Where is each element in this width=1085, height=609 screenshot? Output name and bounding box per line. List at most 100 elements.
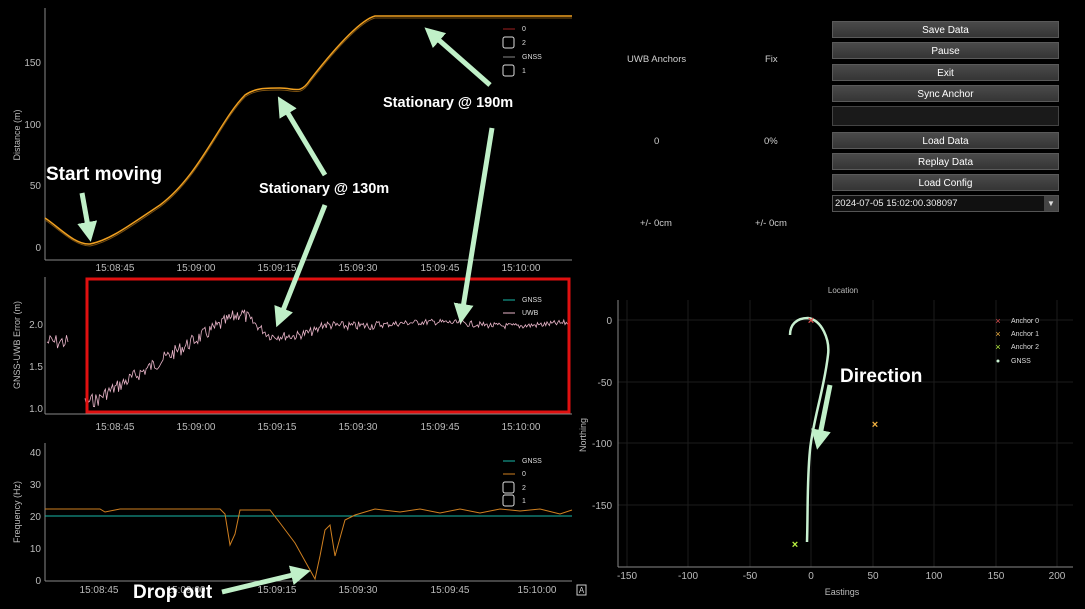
- anchor1-legend-icon: ×: [995, 329, 1000, 339]
- error-ylabel: GNSS-UWB Error (m): [12, 301, 22, 389]
- location-xticks: -150 -100 -50 0 50 100 150 200: [617, 571, 1066, 582]
- legend-label: Anchor 0: [1011, 318, 1039, 325]
- frequency-ylabel: Frequency (Hz): [12, 481, 22, 543]
- xtick: 15:08:45: [96, 422, 135, 432]
- gnss-legend-icon: [996, 359, 1000, 363]
- location-title: Location: [828, 286, 858, 295]
- distance-line: [44, 15, 572, 245]
- legend-label: GNSS: [522, 458, 542, 465]
- annotation-start-moving: Start moving: [46, 164, 163, 185]
- uwb-precision: +/- 0cm: [640, 218, 672, 229]
- error-legend: GNSS UWB: [503, 297, 542, 317]
- anchor2-legend-icon: ×: [995, 342, 1000, 352]
- anchor-input[interactable]: [832, 106, 1059, 126]
- legend-label: GNSS: [522, 54, 542, 61]
- annotation-stationary-190: Stationary @ 190m: [383, 95, 514, 111]
- xtick: 100: [926, 571, 943, 582]
- ytick: -150: [592, 501, 612, 512]
- ytick: 150: [24, 58, 41, 69]
- load-config-button[interactable]: Load Config: [832, 174, 1059, 191]
- anchor2-marker: ×: [792, 539, 798, 551]
- link-icon: [502, 494, 515, 507]
- frequency-legend: GNSS 0 2 1: [502, 458, 542, 507]
- xtick: 15:08:45: [96, 263, 135, 272]
- ytick: 100: [24, 120, 41, 131]
- ytick: 2.0: [29, 320, 43, 331]
- legend-label: 2: [522, 485, 526, 492]
- legend-label: 1: [522, 498, 526, 505]
- xtick: 15:09:45: [431, 585, 470, 596]
- legend-label: GNSS: [522, 297, 542, 304]
- location-ylabel: Northing: [578, 418, 588, 452]
- xtick: -50: [743, 571, 758, 582]
- xtick: 50: [867, 571, 879, 582]
- fix-label: Fix: [765, 54, 778, 65]
- pause-button[interactable]: Pause: [832, 42, 1059, 59]
- fix-value: 0%: [764, 136, 778, 147]
- ytick: 40: [30, 448, 42, 459]
- exit-button[interactable]: Exit: [832, 64, 1059, 81]
- anchor0-marker: ×: [808, 315, 814, 327]
- ytick: 0: [606, 316, 612, 327]
- annotation-direction: Direction: [840, 366, 923, 387]
- xtick: 15:09:15: [258, 422, 297, 432]
- xtick: 200: [1049, 571, 1066, 582]
- ytick: 10: [30, 544, 42, 555]
- xtick: 15:10:00: [502, 263, 541, 272]
- distance-legend: 0 2 GNSS 1: [502, 26, 542, 77]
- ytick: 30: [30, 480, 42, 491]
- xtick: 0: [808, 571, 814, 582]
- uwb-error-line: [46, 309, 571, 408]
- ytick: 0: [35, 243, 41, 254]
- frequency-yticks: 0 10 20 30 40: [30, 448, 42, 587]
- replay-data-button[interactable]: Replay Data: [832, 153, 1059, 170]
- xtick: 15:09:00: [177, 422, 216, 432]
- xtick: -100: [678, 571, 698, 582]
- anchor0-legend-icon: ×: [995, 316, 1000, 326]
- legend-label: Anchor 2: [1011, 344, 1039, 351]
- error-plot[interactable]: GNSS-UWB Error (m) 1.0 1.5 2.0 15:08:45 …: [0, 272, 575, 432]
- distance-ylabel: Distance (m): [12, 109, 22, 160]
- location-plot[interactable]: Location Northing Eastings 0 -50 -100 -1…: [578, 280, 1085, 609]
- distance-yticks: 0 50 100 150: [24, 58, 41, 254]
- sync-anchor-button[interactable]: Sync Anchor: [832, 85, 1059, 102]
- timestamp-select[interactable]: 2024-07-05 15:02:00.308097 ▼: [832, 195, 1059, 212]
- ytick: -50: [598, 378, 613, 389]
- xtick: 15:10:00: [518, 585, 557, 596]
- distance-xticks: 15:08:45 15:09:00 15:09:15 15:09:30 15:0…: [96, 263, 541, 272]
- frequency-line: [45, 508, 573, 581]
- save-data-button[interactable]: Save Data: [832, 21, 1059, 38]
- anchor1-marker: ×: [872, 419, 878, 431]
- chevron-down-icon[interactable]: ▼: [1044, 196, 1058, 211]
- frequency-plot[interactable]: Frequency (Hz) 0 10 20 30 40 15:08:45 15…: [0, 438, 590, 609]
- xtick: 15:09:15: [258, 585, 297, 596]
- legend-label: Anchor 1: [1011, 331, 1039, 338]
- xtick: 15:09:30: [339, 422, 378, 432]
- timestamp-select-value: 2024-07-05 15:02:00.308097: [835, 198, 958, 209]
- xtick: 15:09:30: [339, 263, 378, 272]
- legend-label: GNSS: [1011, 358, 1031, 365]
- xtick: 15:09:00: [177, 263, 216, 272]
- location-xlabel: Eastings: [825, 587, 860, 597]
- location-legend: × Anchor 0 × Anchor 1 × Anchor 2 GNSS: [995, 316, 1039, 365]
- xtick: 15:09:45: [421, 422, 460, 432]
- xtick: 15:10:00: [502, 422, 541, 432]
- ytick: 1.0: [29, 404, 43, 415]
- xtick: 15:09:15: [258, 263, 297, 272]
- ytick: 20: [30, 512, 42, 523]
- uwb-anchors-value: 0: [654, 136, 660, 147]
- ytick: 1.5: [29, 362, 43, 373]
- xtick: 150: [988, 571, 1005, 582]
- legend-label: UWB: [522, 310, 539, 317]
- annotation-dropout: Drop out: [133, 582, 213, 603]
- ytick: 0: [35, 576, 41, 587]
- legend-label: 1: [522, 68, 526, 75]
- link-icon: [502, 36, 515, 49]
- distance-plot[interactable]: Distance (m) 0 50 100 150 15:08:45 15:09…: [0, 0, 575, 272]
- location-yticks: 0 -50 -100 -150: [592, 316, 612, 512]
- xtick: 15:09:30: [339, 585, 378, 596]
- legend-label: 2: [522, 40, 526, 47]
- load-data-button[interactable]: Load Data: [832, 132, 1059, 149]
- distance-line-alt: [44, 17, 572, 247]
- legend-label: 0: [522, 26, 526, 33]
